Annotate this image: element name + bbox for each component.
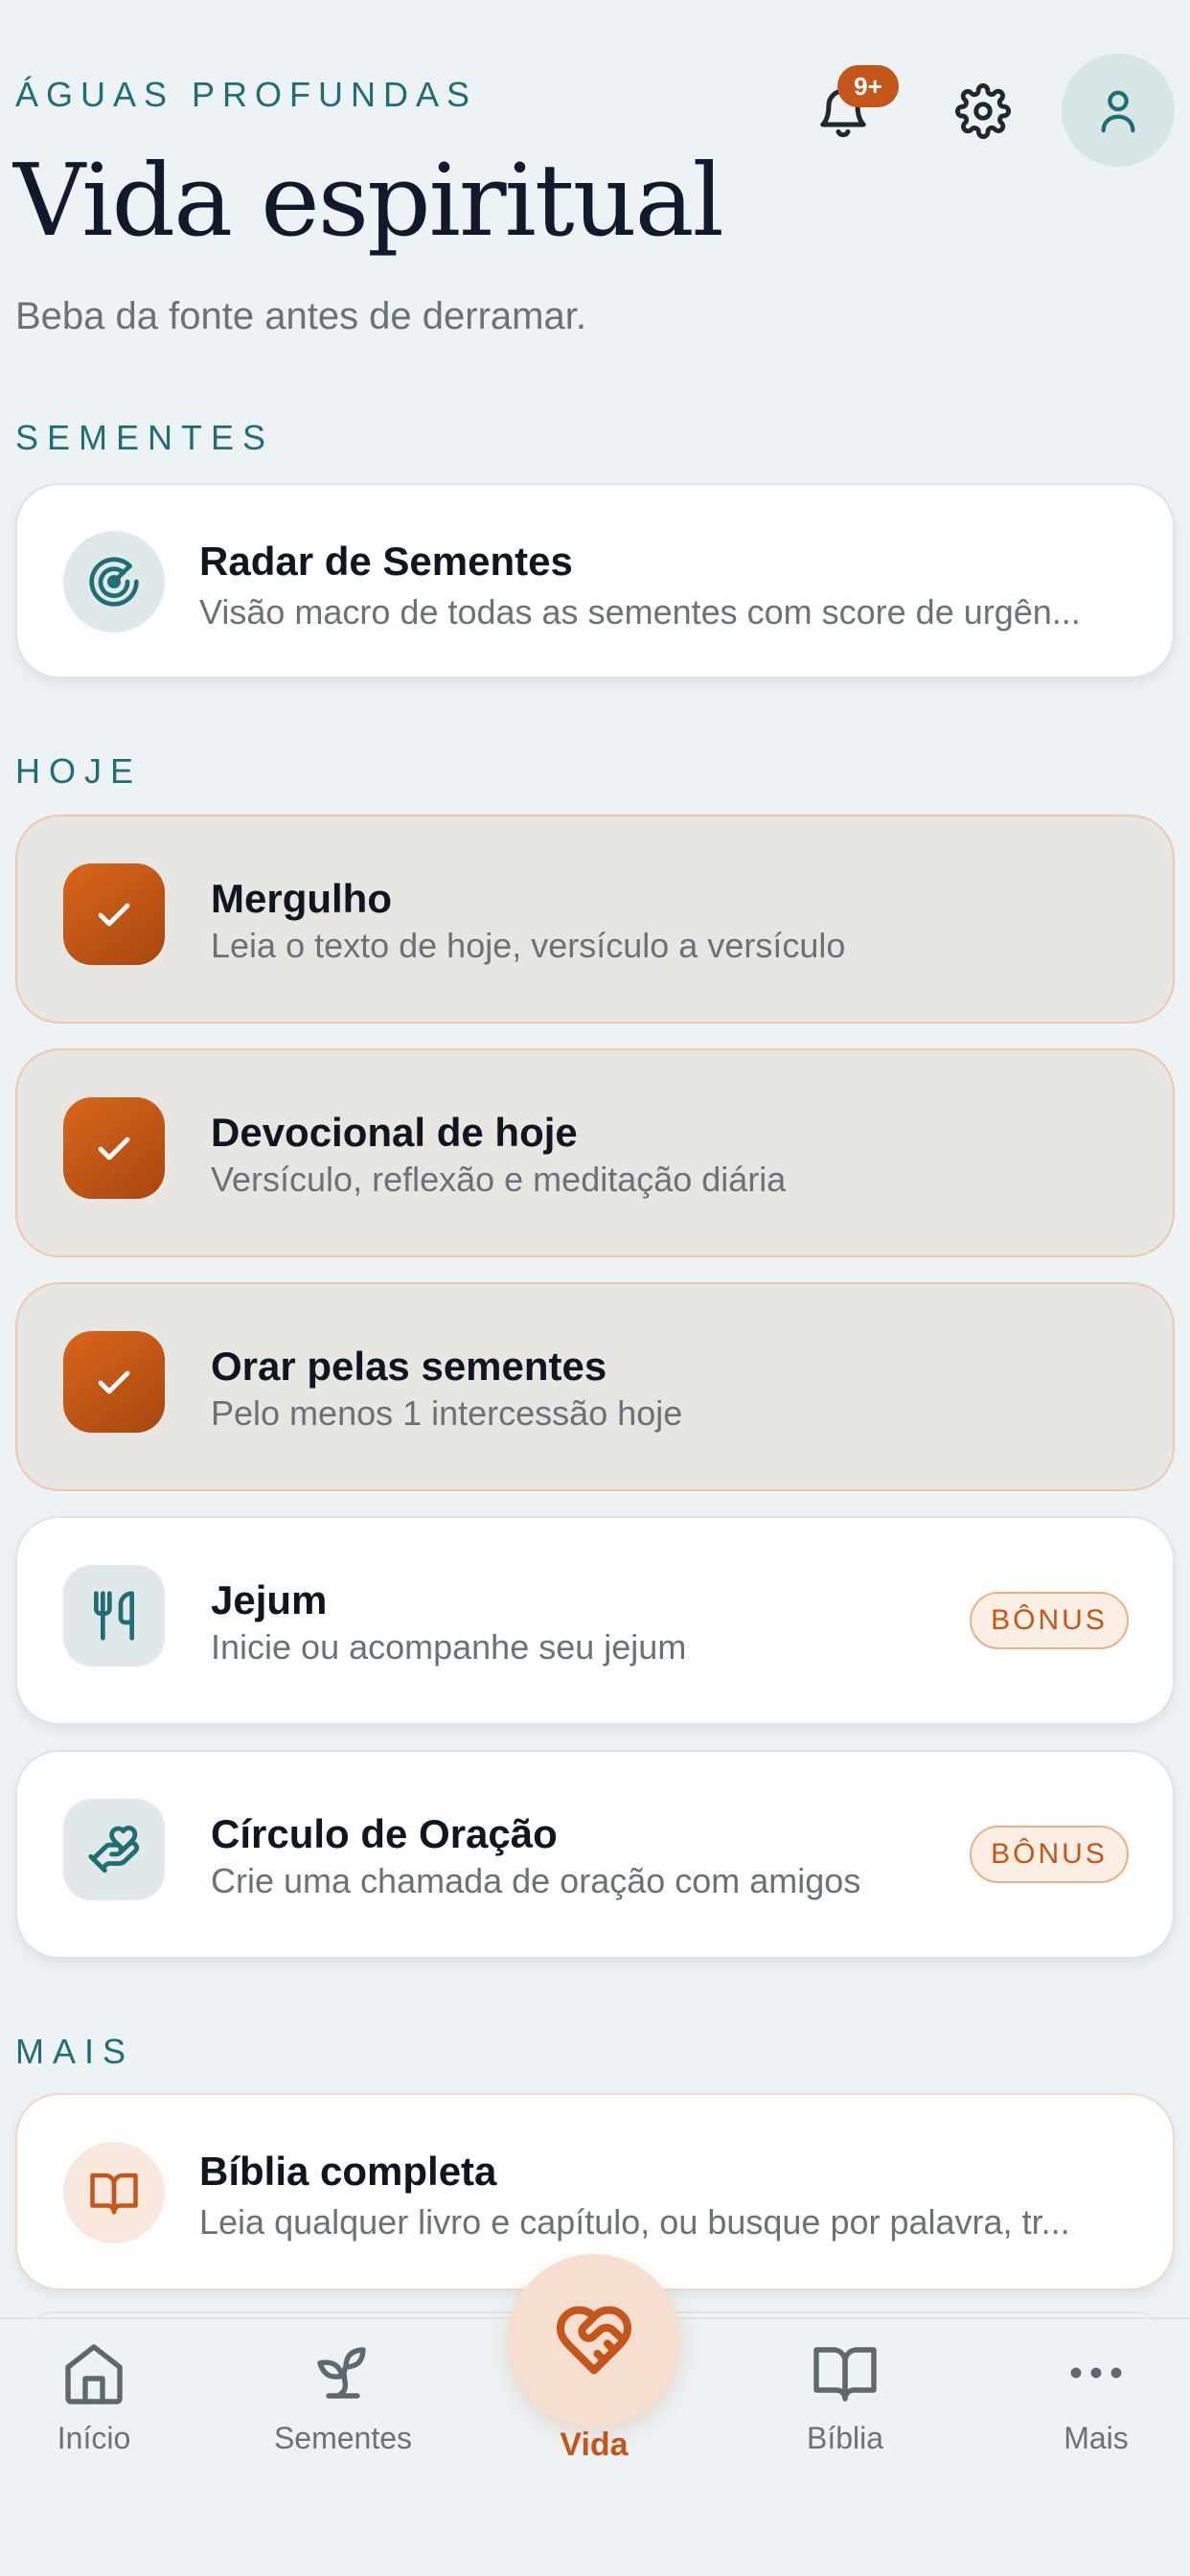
today-item-pray-seeds[interactable]: Orar pelas sementes Pelo menos 1 interce… bbox=[15, 1282, 1175, 1491]
app-eyebrow: ÁGUAS PROFUNDAS bbox=[15, 75, 478, 114]
heart-hand-icon bbox=[63, 1799, 165, 1900]
book-icon bbox=[813, 2347, 877, 2402]
card-title: Devocional de hoje bbox=[211, 1110, 578, 1155]
bonus-badge: BÔNUS bbox=[970, 1826, 1129, 1883]
card-description: Leia o texto de hoje, versículo a versíc… bbox=[211, 926, 846, 965]
card-description: Versículo, reflexão e meditação diária bbox=[211, 1160, 787, 1199]
card-description: Visão macro de todas as sementes com sco… bbox=[199, 592, 1081, 632]
seeds-radar-card[interactable]: Radar de Sementes Visão macro de todas a… bbox=[15, 483, 1175, 678]
check-icon bbox=[63, 863, 165, 965]
card-title: Bíblia completa bbox=[199, 2149, 497, 2194]
card-description: Inicie ou acompanhe seu jejum bbox=[211, 1627, 687, 1667]
today-item-fasting[interactable]: Jejum Inicie ou acompanhe seu jejum BÔNU… bbox=[15, 1516, 1175, 1725]
today-item-mergulho[interactable]: Mergulho Leia o texto de hoje, versículo… bbox=[15, 815, 1175, 1024]
card-title: Círculo de Oração bbox=[211, 1811, 558, 1856]
profile-button[interactable] bbox=[1062, 54, 1175, 167]
nav-item-bible[interactable]: Bíblia bbox=[749, 2338, 941, 2472]
page-subtitle: Beba da fonte antes de derramar. bbox=[15, 295, 586, 337]
card-description: Leia qualquer livro e capítulo, ou busqu… bbox=[199, 2202, 1070, 2242]
card-description: Crie uma chamada de oração com amigos bbox=[211, 1861, 861, 1900]
nav-item-life[interactable] bbox=[508, 2254, 680, 2426]
nav-label: Mais bbox=[1064, 2421, 1129, 2455]
today-item-devotional[interactable]: Devocional de hoje Versículo, reflexão e… bbox=[15, 1048, 1175, 1257]
home-icon bbox=[65, 2344, 123, 2404]
nav-item-more[interactable]: Mais bbox=[1000, 2338, 1190, 2472]
bonus-badge: BÔNUS bbox=[970, 1592, 1129, 1649]
section-label-today: HOJE bbox=[15, 751, 143, 791]
card-title: Jejum bbox=[211, 1577, 328, 1622]
check-icon bbox=[63, 1331, 165, 1433]
card-title: Mergulho bbox=[211, 876, 392, 921]
radar-icon bbox=[63, 531, 165, 632]
nav-label: Início bbox=[57, 2421, 131, 2455]
utensils-icon bbox=[63, 1565, 165, 1667]
settings-button[interactable] bbox=[943, 71, 1023, 151]
nav-item-seeds[interactable]: Sementes bbox=[247, 2338, 439, 2472]
sprout-icon bbox=[317, 2347, 366, 2399]
user-icon bbox=[1101, 90, 1135, 133]
check-icon bbox=[63, 1097, 165, 1199]
nav-label: Sementes bbox=[273, 2421, 413, 2455]
handshake-heart-icon bbox=[556, 2306, 632, 2375]
book-icon bbox=[63, 2142, 165, 2243]
page-title: Vida espiritual bbox=[13, 142, 724, 259]
today-item-prayer-circle[interactable]: Círculo de Oração Crie uma chamada de or… bbox=[15, 1750, 1175, 1959]
nav-label: Bíblia bbox=[806, 2421, 884, 2455]
card-title: Orar pelas sementes bbox=[211, 1344, 607, 1389]
nav-item-home[interactable]: Início bbox=[0, 2338, 190, 2472]
section-label-seeds: SEMENTES bbox=[15, 418, 275, 457]
nav-label-active: Vida bbox=[560, 2426, 629, 2463]
gear-icon bbox=[955, 83, 1011, 139]
card-description: Pelo menos 1 intercessão hoje bbox=[211, 1393, 683, 1433]
notification-count-badge: 9+ bbox=[837, 65, 899, 107]
more-dots-icon bbox=[1070, 2367, 1122, 2379]
section-label-more: MAIS bbox=[15, 2032, 135, 2071]
card-title: Radar de Sementes bbox=[199, 539, 573, 584]
